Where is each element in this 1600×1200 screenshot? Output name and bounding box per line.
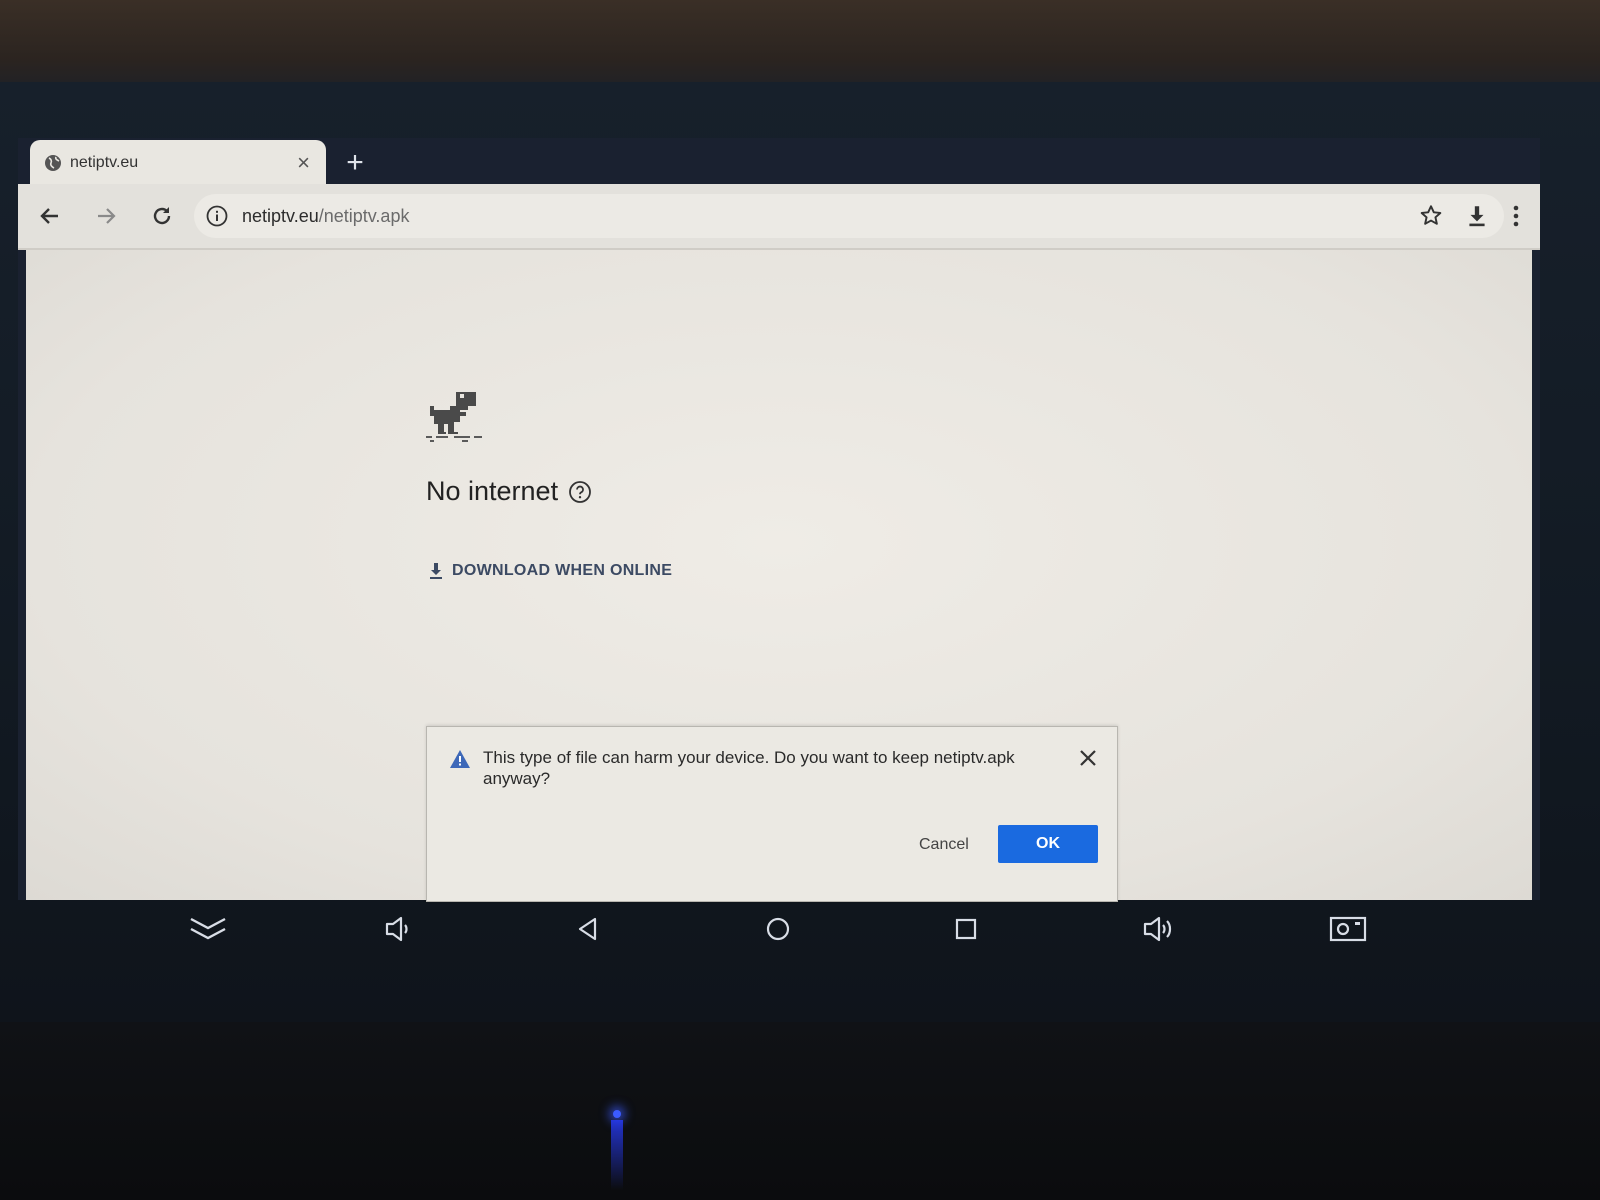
back-icon[interactable] — [30, 196, 70, 236]
power-led — [613, 1110, 621, 1118]
help-icon[interactable] — [568, 480, 592, 504]
browser-screen: netiptv.eu × + netiptv.eu/netiptv.apk No… — [18, 138, 1540, 902]
download-when-online-button[interactable]: DOWNLOAD WHEN ONLINE — [428, 562, 672, 580]
home-nav-icon[interactable] — [758, 912, 798, 946]
android-nav-bar — [0, 900, 1600, 960]
ok-button[interactable]: OK — [998, 825, 1098, 863]
volume-down-icon[interactable] — [378, 912, 418, 946]
address-bar[interactable]: netiptv.eu/netiptv.apk — [194, 194, 1504, 238]
download-small-icon — [430, 563, 442, 579]
download-warning-infobar: This type of file can harm your device. … — [426, 726, 1118, 902]
error-heading: No internet — [426, 476, 592, 507]
url-host: netiptv.eu — [242, 206, 319, 226]
tab-close-icon[interactable]: × — [297, 152, 310, 174]
download-icon[interactable] — [1464, 203, 1490, 229]
error-heading-text: No internet — [426, 476, 559, 506]
warning-message: This type of file can harm your device. … — [483, 748, 1015, 788]
back-nav-icon[interactable] — [568, 912, 608, 946]
volume-up-icon[interactable] — [1138, 912, 1178, 946]
download-when-online-label: DOWNLOAD WHEN ONLINE — [452, 562, 673, 579]
screenshot-icon[interactable] — [1328, 912, 1368, 946]
star-icon[interactable] — [1418, 203, 1444, 229]
browser-toolbar: netiptv.eu/netiptv.apk — [18, 184, 1540, 250]
forward-icon[interactable] — [86, 196, 126, 236]
led-reflection — [611, 1120, 623, 1190]
menu-icon[interactable] — [1512, 204, 1520, 228]
dino-icon — [426, 390, 482, 442]
url-path: /netiptv.apk — [318, 206, 410, 226]
warning-icon — [449, 749, 471, 769]
info-icon[interactable] — [206, 205, 228, 227]
close-icon[interactable] — [1077, 747, 1099, 769]
browser-tab[interactable]: netiptv.eu × — [30, 140, 326, 186]
collapse-icon[interactable] — [188, 912, 228, 946]
globe-icon — [44, 154, 62, 172]
recents-nav-icon[interactable] — [946, 912, 986, 946]
page-content: No internet DOWNLOAD WHEN ONLINE This ty… — [26, 250, 1532, 902]
reload-icon[interactable] — [142, 196, 182, 236]
cancel-button[interactable]: Cancel — [913, 835, 975, 855]
new-tab-button[interactable]: + — [340, 148, 370, 178]
tab-title: netiptv.eu — [70, 154, 139, 171]
url-text: netiptv.eu/netiptv.apk — [242, 206, 409, 227]
